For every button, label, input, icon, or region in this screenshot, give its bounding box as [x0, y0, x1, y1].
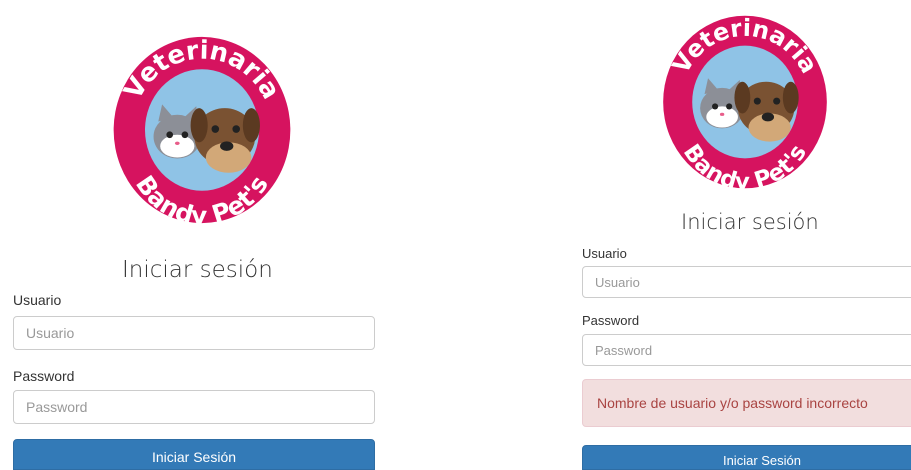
username-label: Usuario [13, 292, 62, 308]
login-button[interactable]: Iniciar Sesión [582, 445, 911, 470]
veterinaria-logo: Veterinaria Bandy Pet's [107, 30, 297, 230]
login-error-message: Nombre de usuario y/o password incorrect… [597, 395, 868, 411]
login-panel-right: Veterinaria Bandy Pet's Iniciar sesión U… [569, 0, 911, 470]
logo-image: Veterinaria Bandy Pet's [659, 12, 831, 195]
username-input[interactable] [13, 316, 375, 350]
login-error-alert: Nombre de usuario y/o password incorrect… [582, 379, 911, 427]
veterinaria-logo: Veterinaria Bandy Pet's [657, 8, 833, 196]
login-title: Iniciar sesión [681, 210, 819, 234]
logo-image: Veterinaria Bandy Pet's [109, 33, 295, 230]
username-input[interactable] [582, 266, 911, 298]
password-label: Password [13, 368, 75, 384]
login-panel-left: Veterinaria Bandy Pet's Iniciar sesión U… [0, 0, 395, 470]
login-title: Iniciar sesión [122, 257, 273, 283]
password-input[interactable] [582, 334, 911, 366]
login-button[interactable]: Iniciar Sesión [13, 439, 375, 470]
password-input[interactable] [13, 390, 375, 424]
password-label: Password [582, 313, 640, 328]
username-label: Usuario [582, 246, 627, 261]
